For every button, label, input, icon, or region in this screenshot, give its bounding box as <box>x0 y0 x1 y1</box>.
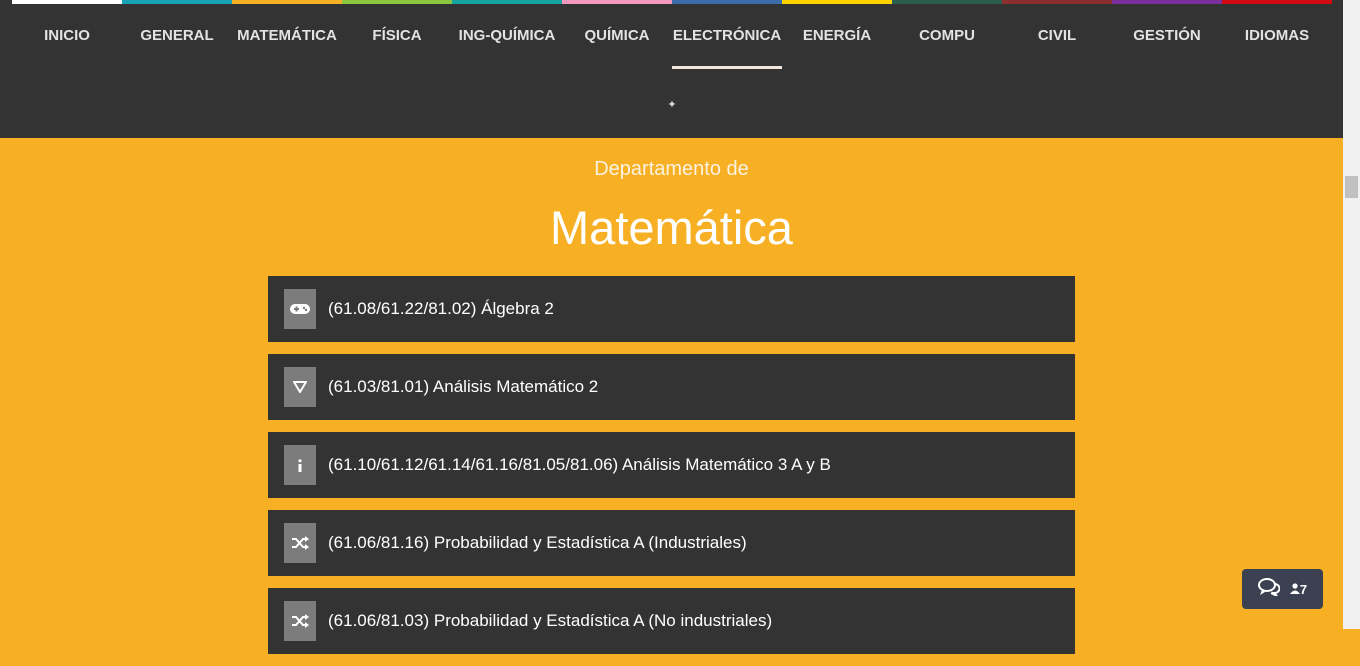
nav-item-ing-quimica[interactable]: ING-QUÍMICA <box>452 4 562 66</box>
online-count-value: 7 <box>1299 581 1308 597</box>
chat-widget-button[interactable]: 7 <box>1242 569 1323 609</box>
nav-item-fisica[interactable]: FÍSICA <box>342 4 452 66</box>
nav-menu: INICIO GENERAL MATEMÁTICA FÍSICA ING-QUÍMICA… <box>12 4 1332 69</box>
course-list: (61.08/61.22/81.02) Álgebra 2 (61.03/81.… <box>268 276 1075 666</box>
course-label: (61.08/61.22/81.02) Álgebra 2 <box>328 299 554 318</box>
nav-expand-toggle[interactable]: ✦ <box>662 95 682 115</box>
comments-icon <box>1257 577 1281 601</box>
nav-item-quimica[interactable]: QUÍMICA <box>562 4 672 66</box>
course-label: (61.06/81.03) Probabilidad y Estadística… <box>328 611 773 630</box>
nav-item-civil[interactable]: CIVIL <box>1002 4 1112 66</box>
nav-item-general[interactable]: GENERAL <box>122 4 232 66</box>
nav-item-gestion[interactable]: GESTIÓN <box>1112 4 1222 66</box>
course-item[interactable]: (61.03/81.01) Análisis Matemático 2 <box>268 354 1075 420</box>
shuffle-icon <box>284 523 316 563</box>
nav-item-compu[interactable]: COMPU <box>892 4 1002 66</box>
info-icon <box>284 445 316 485</box>
nav-item-electronica[interactable]: ELECTRÓNICA <box>672 4 782 69</box>
department-title: Matemática <box>550 201 793 254</box>
nav-item-inicio[interactable]: INICIO <box>12 4 122 66</box>
shuffle-icon <box>284 601 316 641</box>
nav-item-idiomas[interactable]: IDIOMAS <box>1222 4 1332 66</box>
course-item[interactable]: (61.06/81.16) Probabilidad y Estadística… <box>268 510 1075 576</box>
nav-item-matematica[interactable]: MATEMÁTICA <box>232 4 342 66</box>
nabla-icon <box>284 367 316 407</box>
course-label: (61.10/61.12/61.14/61.16/81.05/81.06) An… <box>328 455 831 474</box>
course-item[interactable]: (61.06/81.03) Probabilidad y Estadística… <box>268 588 1075 654</box>
course-item[interactable]: (61.08/61.22/81.02) Álgebra 2 <box>268 276 1075 342</box>
gamepad-icon <box>284 289 316 329</box>
scrollbar-thumb[interactable] <box>1345 176 1358 198</box>
top-navbar: INICIO GENERAL MATEMÁTICA FÍSICA ING-QUÍMICA… <box>0 0 1343 138</box>
online-count: 7 <box>1289 581 1308 597</box>
course-item[interactable]: (61.10/61.12/61.14/61.16/81.05/81.06) An… <box>268 432 1075 498</box>
department-subtitle: Departamento de <box>594 158 749 180</box>
course-label: (61.03/81.01) Análisis Matemático 2 <box>328 377 599 396</box>
course-label: (61.06/81.16) Probabilidad y Estadística… <box>328 533 747 552</box>
nav-item-energia[interactable]: ENERGÍA <box>782 4 892 66</box>
page-scrollbar[interactable] <box>1343 0 1360 629</box>
user-icon <box>1289 582 1300 597</box>
